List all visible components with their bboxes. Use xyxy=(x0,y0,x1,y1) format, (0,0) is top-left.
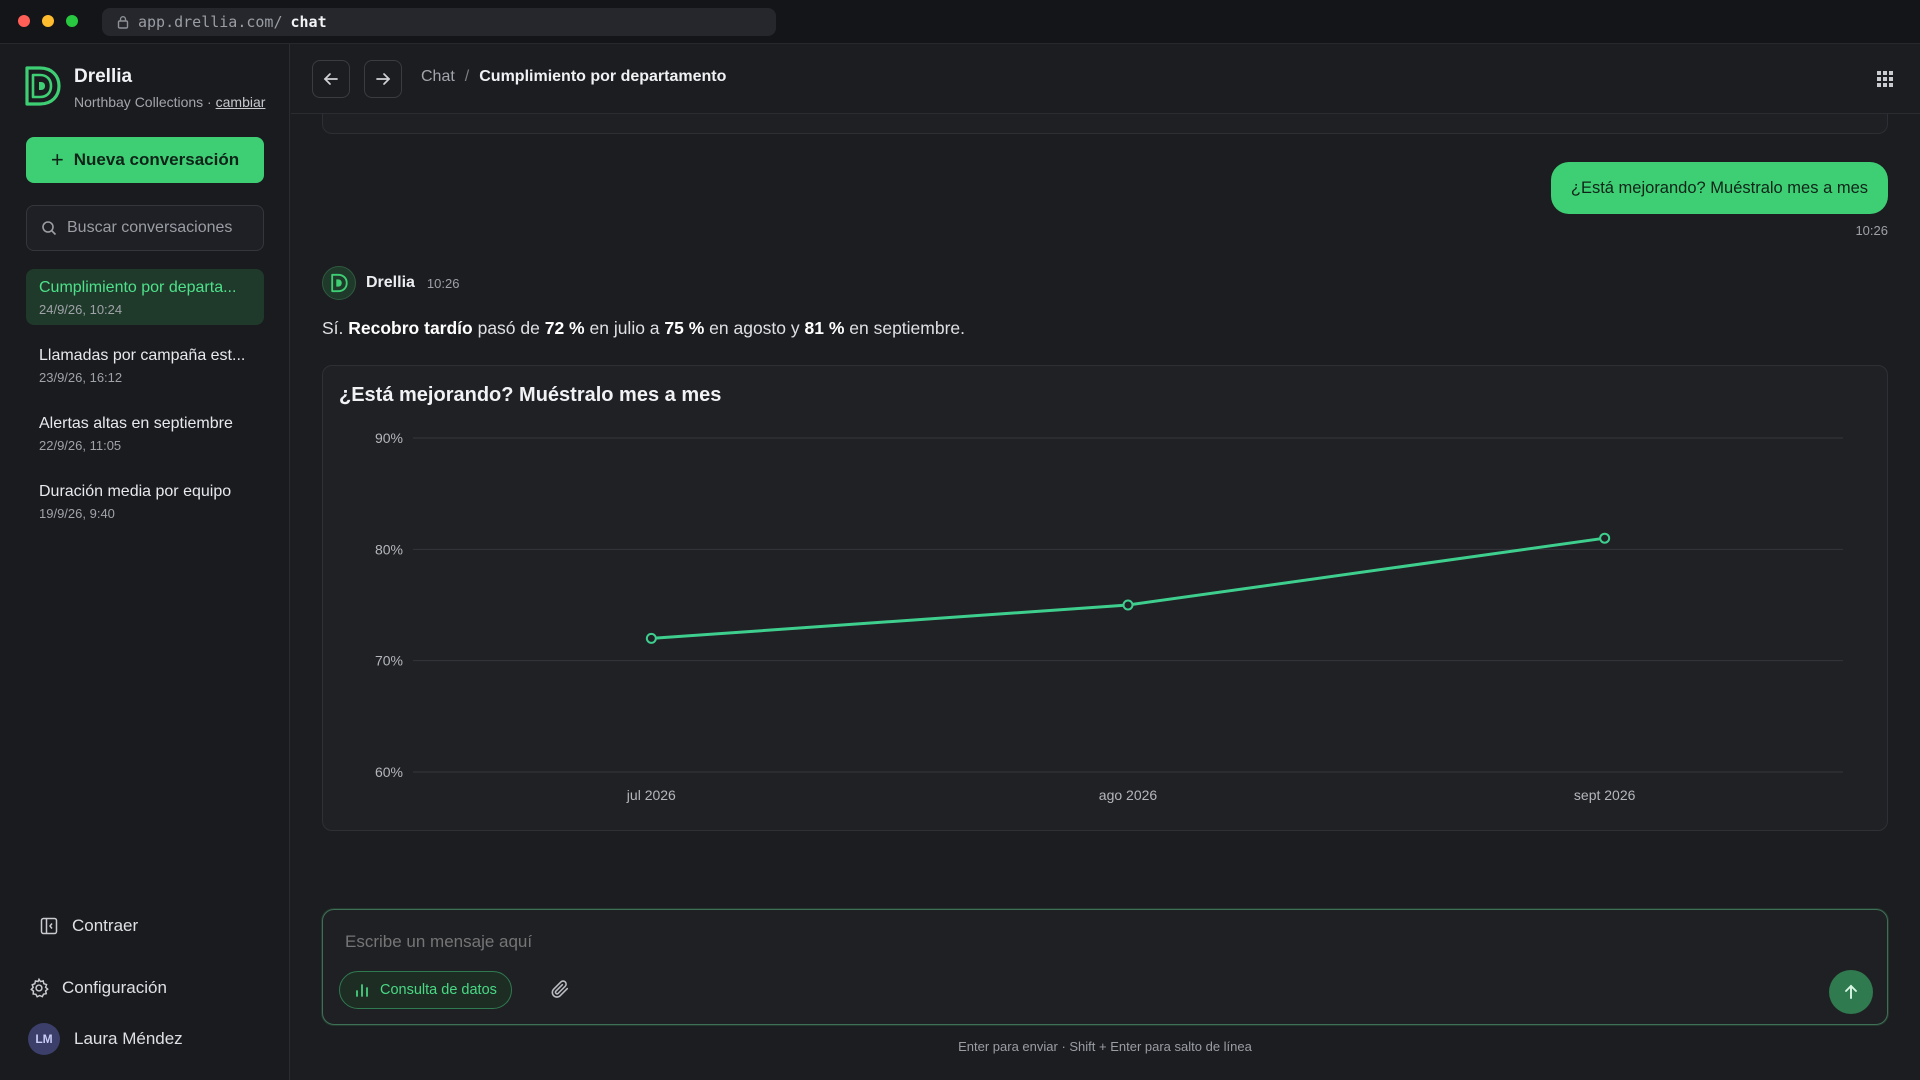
data-query-toggle[interactable]: Consulta de datos xyxy=(339,971,512,1009)
chart-card: ¿Está mejorando? Muéstralo mes a mes 60%… xyxy=(322,365,1888,831)
settings-button[interactable]: Configuración xyxy=(28,977,167,999)
bar-chart-icon xyxy=(356,984,368,997)
assistant-message-time: 10:26 xyxy=(426,275,460,291)
brand-name: Drellia xyxy=(74,66,133,87)
apps-grid-icon[interactable] xyxy=(1876,70,1894,88)
lock-icon xyxy=(117,16,129,29)
x-tick-label: ago 2026 xyxy=(1099,787,1158,803)
conversation-date: 24/9/26, 10:24 xyxy=(39,302,123,317)
y-tick-label: 70% xyxy=(375,653,403,669)
sidebar: Drellia Northbay Collections · cambiar +… xyxy=(0,44,290,1080)
assistant-name: Drellia xyxy=(366,274,415,291)
switch-workspace-link[interactable]: cambiar xyxy=(216,94,266,110)
series-line xyxy=(651,536,1605,640)
conversation-list: Cumplimiento por departa... 24/9/26, 10:… xyxy=(26,269,264,541)
user-message-bubble: ¿Está mejorando? Muéstralo mes a mes xyxy=(1550,162,1888,214)
maximize-window-button[interactable] xyxy=(66,15,78,27)
browser-chrome: app.drellia.com/ chat xyxy=(0,0,1920,44)
assistant-message-text: Sí. Recobro tardío pasó de 72 % en julio… xyxy=(322,318,965,339)
conversation-title: Duración media por equipo xyxy=(39,483,232,500)
assistant-avatar xyxy=(322,266,356,300)
message-input[interactable] xyxy=(345,932,1745,952)
address-bar[interactable]: app.drellia.com/ chat xyxy=(102,8,776,36)
paperclip-icon[interactable] xyxy=(549,978,571,1000)
forward-button[interactable] xyxy=(364,60,402,98)
conversation-title: Cumplimiento por departa... xyxy=(39,279,237,296)
conversation-title: Alertas altas en septiembre xyxy=(39,415,233,432)
search-placeholder: Buscar conversaciones xyxy=(67,219,233,236)
search-conversations-input[interactable]: Buscar conversaciones xyxy=(26,205,264,251)
back-button[interactable] xyxy=(312,60,350,98)
arrow-right-icon xyxy=(376,73,391,85)
plus-icon: + xyxy=(50,147,64,172)
message-text-part: en agosto y xyxy=(704,318,805,338)
collapse-sidebar-icon xyxy=(40,917,58,935)
url-host: app.drellia.com/ xyxy=(138,13,283,31)
search-icon xyxy=(42,221,57,236)
message-bold-value: 75 % xyxy=(664,318,705,338)
conversation-item[interactable]: Llamadas por campaña est... 23/9/26, 16:… xyxy=(26,337,264,393)
user-name: Laura Méndez xyxy=(74,1029,183,1048)
composer-hint: Enter para enviar · Shift + Enter para s… xyxy=(958,1039,1252,1054)
data-point[interactable] xyxy=(645,632,657,644)
message-bold-department: Recobro tardío xyxy=(348,318,473,338)
drellia-logo-icon xyxy=(331,273,348,293)
arrow-left-icon xyxy=(323,73,338,85)
conversation-date: 19/9/26, 9:40 xyxy=(39,506,115,521)
url-path: chat xyxy=(290,13,327,31)
message-text-part: Sí. xyxy=(322,318,349,338)
workspace-line: Northbay Collections · cambiar xyxy=(74,94,265,110)
conversation-date: 22/9/26, 11:05 xyxy=(39,438,122,453)
previous-card-edge xyxy=(322,114,1888,134)
page-title: Cumplimiento por departamento xyxy=(479,68,727,85)
conversation-item[interactable]: Cumplimiento por departa... 24/9/26, 10:… xyxy=(26,269,264,325)
workspace-separator: · xyxy=(203,94,216,110)
message-bold-value: 72 % xyxy=(544,318,585,338)
message-text-part: en septiembre. xyxy=(844,318,966,338)
message-text-part: en julio a xyxy=(584,318,665,338)
close-window-button[interactable] xyxy=(18,15,30,27)
breadcrumb: Chat / Cumplimiento por departamento xyxy=(421,68,726,86)
data-point[interactable] xyxy=(1122,599,1134,611)
message-composer: Consulta de datos xyxy=(322,909,1888,1025)
brand: Drellia Northbay Collections · cambiar xyxy=(22,64,265,110)
arrow-up-icon xyxy=(1845,984,1857,999)
conversation-item[interactable]: Alertas altas en septiembre 22/9/26, 11:… xyxy=(26,405,264,461)
minimize-window-button[interactable] xyxy=(42,15,54,27)
conversation-title: Llamadas por campaña est... xyxy=(39,347,246,364)
x-tick-label: jul 2026 xyxy=(626,787,676,803)
user-profile[interactable]: LM Laura Méndez xyxy=(28,1023,183,1055)
y-tick-label: 90% xyxy=(375,430,403,446)
assistant-message-header: Drellia 10:26 xyxy=(322,266,459,300)
top-bar: Chat / Cumplimiento por departamento xyxy=(291,44,1920,114)
data-point[interactable] xyxy=(1599,532,1611,544)
breadcrumb-chat-link[interactable]: Chat xyxy=(421,68,455,86)
line-chart: 60% 70% 80% 90% jul 2026 ago 2026 sept 2026 xyxy=(375,430,1843,803)
gear-icon xyxy=(30,977,49,998)
new-conversation-label: Nueva conversación xyxy=(73,150,240,169)
y-tick-label: 60% xyxy=(375,764,403,780)
settings-label: Configuración xyxy=(62,978,167,997)
conversation-date: 23/9/26, 16:12 xyxy=(39,370,123,385)
avatar: LM xyxy=(28,1023,60,1055)
breadcrumb-separator: / xyxy=(464,68,470,85)
message-text-part: pasó de xyxy=(472,318,545,338)
new-conversation-button[interactable]: + Nueva conversación xyxy=(26,137,264,183)
data-query-label: Consulta de datos xyxy=(380,982,497,998)
workspace-name: Northbay Collections xyxy=(74,94,204,110)
x-tick-label: sept 2026 xyxy=(1574,787,1636,803)
collapse-label: Contraer xyxy=(72,916,139,935)
user-message-time: 10:26 xyxy=(1855,223,1888,238)
message-bold-value: 81 % xyxy=(804,318,845,338)
y-tick-label: 80% xyxy=(375,541,403,557)
send-button[interactable] xyxy=(1829,970,1873,1014)
drellia-logo-icon xyxy=(25,66,61,106)
collapse-sidebar-button[interactable]: Contraer xyxy=(40,916,138,936)
conversation-item[interactable]: Duración media por equipo 19/9/26, 9:40 xyxy=(26,473,264,529)
